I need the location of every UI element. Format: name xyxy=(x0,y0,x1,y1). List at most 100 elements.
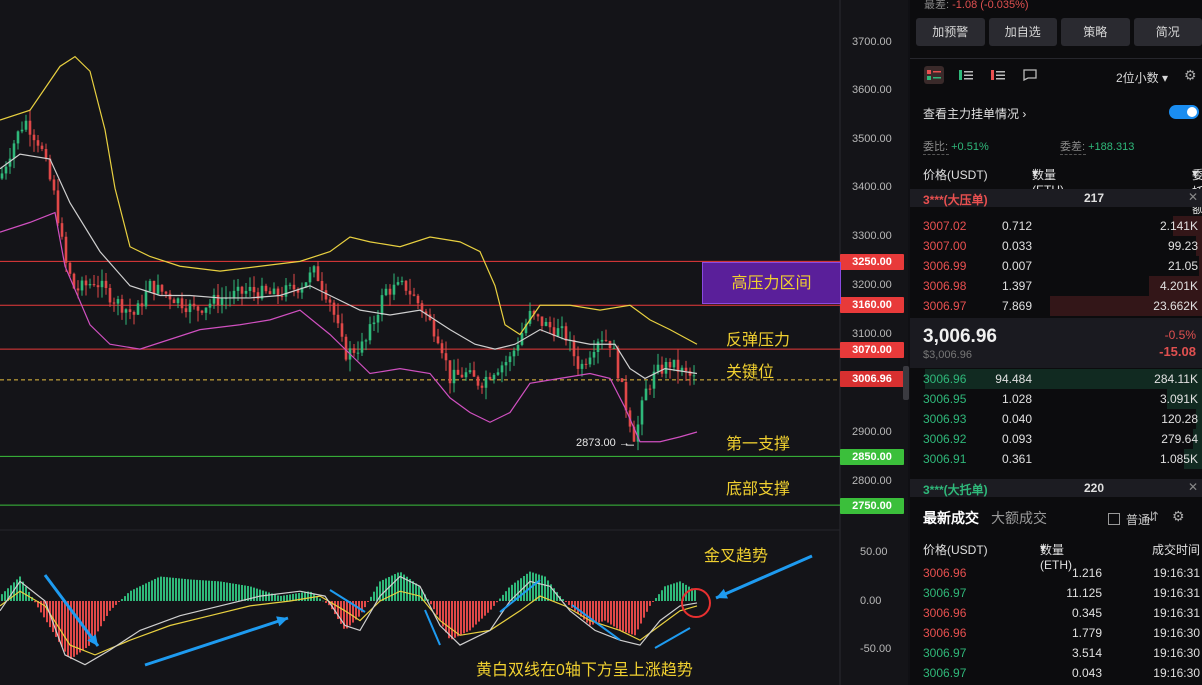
ask-amount: 99.23 xyxy=(1167,239,1198,253)
trade-qty: 1.779 xyxy=(1071,626,1102,640)
ask-row[interactable]: 3007.02 0.712 2.141K xyxy=(910,216,1202,236)
col-amount[interactable]: 委托额 ▾ xyxy=(1192,166,1202,216)
candle-body xyxy=(196,306,200,311)
ask-amount: 21.05 xyxy=(1167,259,1198,273)
trade-row: 3006.97 0.043 19:16:30 xyxy=(910,663,1202,683)
macd-histogram-bar xyxy=(628,601,630,634)
col-qty[interactable]: 数量(ETH) ▾ xyxy=(1040,541,1072,572)
decimals-select[interactable]: 2位小数 ▾ xyxy=(1116,69,1168,86)
big-ask-row[interactable]: 3***(大压单) 217 ✕ xyxy=(910,189,1202,207)
orderbook-both-icon[interactable] xyxy=(924,66,944,84)
bid-row[interactable]: 3006.95 1.028 3.091K xyxy=(910,389,1202,409)
candle-body xyxy=(576,356,580,369)
candle-body xyxy=(128,309,132,312)
macd-histogram-bar xyxy=(325,601,327,603)
col-qty[interactable]: 数量 (ETH) ▾ xyxy=(1032,166,1064,197)
macd-histogram-bar xyxy=(136,587,138,601)
macd-histogram-bar xyxy=(16,579,18,601)
big-bid-row[interactable]: 3***(大托单) 220 ✕ xyxy=(910,479,1202,497)
trade-qty: 11.125 xyxy=(1066,586,1102,600)
macd-histogram-bar xyxy=(502,594,504,601)
add-watchlist-button[interactable]: 加自选 xyxy=(988,18,1057,46)
depth-toggle[interactable] xyxy=(1169,105,1199,119)
macd-tick: -50.00 xyxy=(860,643,892,655)
ask-row[interactable]: 3007.00 0.033 99.23 xyxy=(910,236,1202,256)
candle-body xyxy=(204,307,208,313)
candle-body xyxy=(656,364,660,372)
orderbook-asks-icon[interactable] xyxy=(988,66,1008,84)
col-price: 价格(USDT) xyxy=(923,168,988,182)
bid-row[interactable]: 3006.93 0.040 120.28 xyxy=(910,409,1202,429)
chevron-down-icon: ▾ xyxy=(1162,71,1169,85)
candle-body xyxy=(584,363,588,365)
gear-icon[interactable]: ⚙ xyxy=(1184,67,1197,84)
strategy-button[interactable]: 策略 xyxy=(1061,18,1130,46)
candle-body xyxy=(148,280,152,292)
macd-histogram-bar xyxy=(643,601,645,618)
bid-qty: 0.040 xyxy=(1001,412,1032,426)
macd-histogram-bar xyxy=(547,580,549,601)
candle-body xyxy=(180,298,184,309)
macd-histogram-bar xyxy=(253,587,255,601)
close-icon[interactable]: ✕ xyxy=(1188,190,1198,204)
candle-body xyxy=(472,370,476,377)
chart-area[interactable]: 3700.00 3600.00 3500.00 3400.00 3300.00 … xyxy=(0,0,908,685)
bid-row[interactable]: 3006.91 0.361 1.085K xyxy=(910,449,1202,469)
last-price: 3,006.96 xyxy=(923,326,997,347)
macd-histogram-bar xyxy=(655,598,657,601)
macd-histogram-bar xyxy=(199,580,201,601)
macd-histogram-bar xyxy=(631,601,633,635)
candle-body xyxy=(52,179,56,191)
candle-body xyxy=(108,287,112,303)
macd-histogram-bar xyxy=(382,579,384,601)
macd-tick: 50.00 xyxy=(860,546,888,558)
macd-histogram-bar xyxy=(130,590,132,601)
level-tag: 3160.00 xyxy=(840,297,904,313)
macd-histogram-bar xyxy=(229,583,231,601)
bid-row[interactable]: 3006.92 0.093 279.64 xyxy=(910,429,1202,449)
candle-body xyxy=(664,362,668,374)
ask-row[interactable]: 3006.99 0.007 21.05 xyxy=(910,256,1202,276)
macd-histogram-bar xyxy=(496,601,498,603)
add-alert-button[interactable]: 加预警 xyxy=(916,18,985,46)
macd-histogram-bar xyxy=(439,601,441,621)
ask-row[interactable]: 3006.98 1.397 4.201K xyxy=(910,276,1202,296)
macd-histogram-bar xyxy=(97,601,99,632)
rebound-pressure-label: 反弹压力 xyxy=(726,332,791,349)
ask-row[interactable]: 3006.97 7.869 23.662K xyxy=(910,296,1202,316)
overview-button[interactable]: 简况 xyxy=(1133,18,1202,46)
trade-price: 3006.96 xyxy=(923,626,967,640)
candle-body xyxy=(560,326,564,329)
bid-row[interactable]: 3006.96 94.484 284.11K xyxy=(910,369,1202,389)
candle-body xyxy=(36,140,40,146)
candle-body xyxy=(536,314,540,317)
filter-icon[interactable]: ⇵ xyxy=(1148,509,1159,525)
settings-icon[interactable]: ⚙ xyxy=(1172,508,1185,525)
price-tick: 3300.00 xyxy=(852,230,892,242)
trade-time: 19:16:30 xyxy=(1153,646,1200,660)
macd-histogram-bar xyxy=(277,595,279,601)
chart-scroll-handle[interactable] xyxy=(903,366,909,400)
candle-body xyxy=(344,336,348,360)
macd-histogram-bar xyxy=(286,594,288,601)
level-tag: 3070.00 xyxy=(840,342,904,358)
orderbook-bids-icon[interactable] xyxy=(956,66,976,84)
macd-histogram-bar xyxy=(460,601,462,635)
macd-histogram-bar xyxy=(226,582,228,601)
depth-toggle-label[interactable]: 查看主力挂单情况 › xyxy=(923,105,1026,122)
key-level-label: 关键位 xyxy=(726,364,775,381)
trade-time: 19:16:31 xyxy=(1153,566,1200,580)
close-icon[interactable]: ✕ xyxy=(1188,480,1198,494)
tab-latest-trades[interactable]: 最新成交 xyxy=(923,510,979,526)
candle-body xyxy=(444,353,448,361)
tab-large-trades[interactable]: 大额成交 xyxy=(991,510,1047,526)
ask-price: 3006.99 xyxy=(923,259,967,273)
trade-time: 19:16:30 xyxy=(1153,626,1200,640)
macd-histogram-bar xyxy=(322,600,324,602)
candle-body xyxy=(320,281,324,291)
expand-icon[interactable] xyxy=(1020,66,1040,84)
common-checkbox[interactable]: 普通 xyxy=(1108,511,1150,528)
macd-histogram-bar xyxy=(472,601,474,628)
macd-histogram-bar xyxy=(151,580,153,601)
macd-histogram-bar xyxy=(163,576,165,601)
